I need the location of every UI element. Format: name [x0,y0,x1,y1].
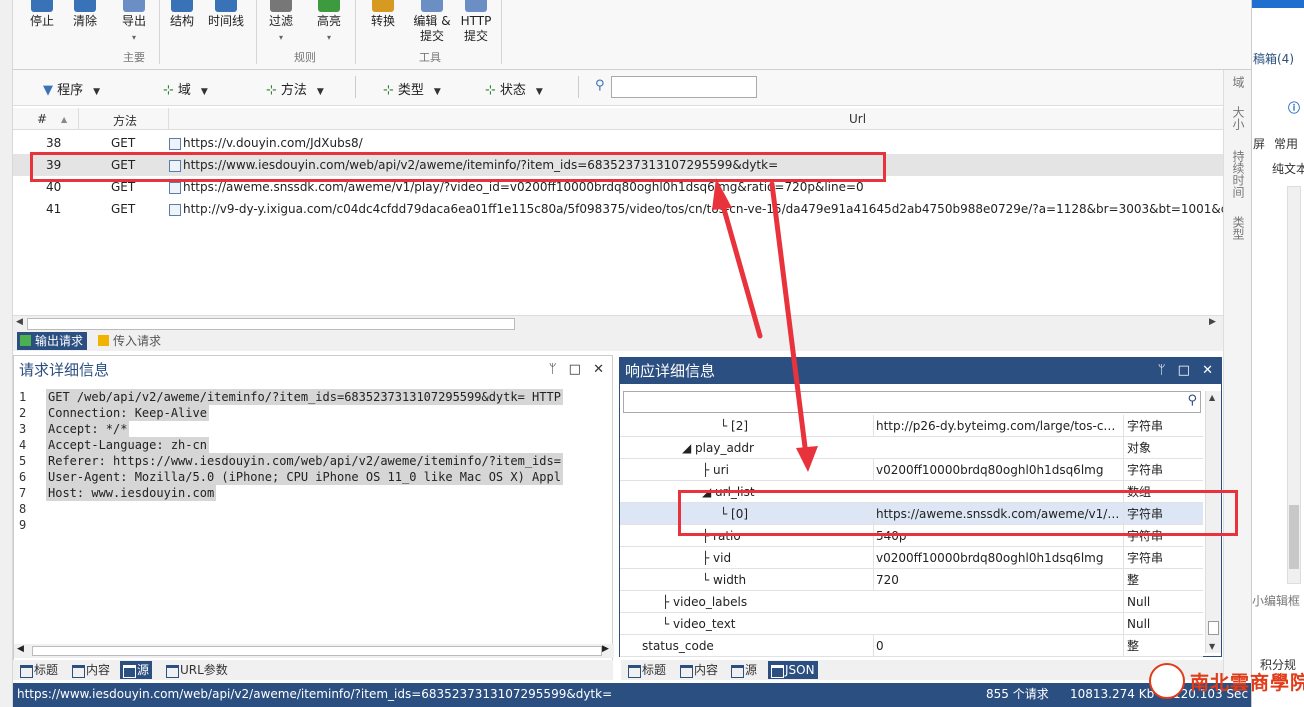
annotation-arrows [712,178,818,472]
arrowhead-up-icon [712,178,732,210]
fiddler-window: 停止 清除 导出 ▾ 结构 时间线 过滤 ▾ 高亮 ▾ 转换 编辑 & 提交 HTTP 提… [0,0,1304,707]
arrow-to-session-row [719,199,763,339]
arrowhead-down-icon [796,446,818,472]
arrow-to-url-list [769,181,809,458]
